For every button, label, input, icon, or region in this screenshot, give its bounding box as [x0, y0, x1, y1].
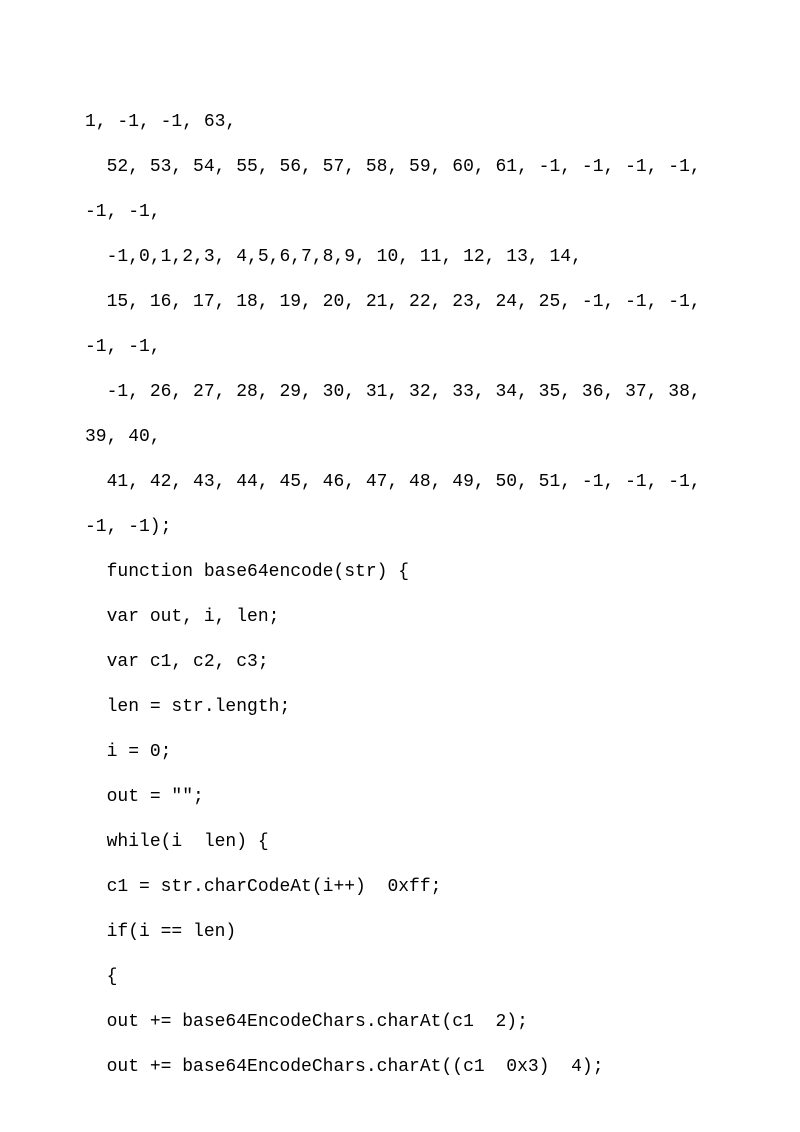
code-line: var c1, c2, c3; — [85, 640, 715, 685]
code-line: 41, 42, 43, 44, 45, 46, 47, 48, 49, 50, … — [85, 460, 715, 550]
code-line: 15, 16, 17, 18, 19, 20, 21, 22, 23, 24, … — [85, 280, 715, 370]
code-line: out += base64EncodeChars.charAt((c1 0x3)… — [85, 1045, 715, 1090]
code-line: { — [85, 955, 715, 1000]
code-line: out += base64EncodeChars.charAt(c1 2); — [85, 1000, 715, 1045]
code-line: c1 = str.charCodeAt(i++) 0xff; — [85, 865, 715, 910]
code-line: len = str.length; — [85, 685, 715, 730]
code-line: while(i len) { — [85, 820, 715, 865]
code-line: 1, -1, -1, 63, — [85, 100, 715, 145]
code-line: out = ""; — [85, 775, 715, 820]
code-line: function base64encode(str) { — [85, 550, 715, 595]
code-line: 52, 53, 54, 55, 56, 57, 58, 59, 60, 61, … — [85, 145, 715, 235]
code-line: -1,0,1,2,3, 4,5,6,7,8,9, 10, 11, 12, 13,… — [85, 235, 715, 280]
code-line: var out, i, len; — [85, 595, 715, 640]
code-line: -1, 26, 27, 28, 29, 30, 31, 32, 33, 34, … — [85, 370, 715, 460]
document-page: 1, -1, -1, 63, 52, 53, 54, 55, 56, 57, 5… — [0, 0, 800, 1090]
code-line: i = 0; — [85, 730, 715, 775]
code-line: if(i == len) — [85, 910, 715, 955]
